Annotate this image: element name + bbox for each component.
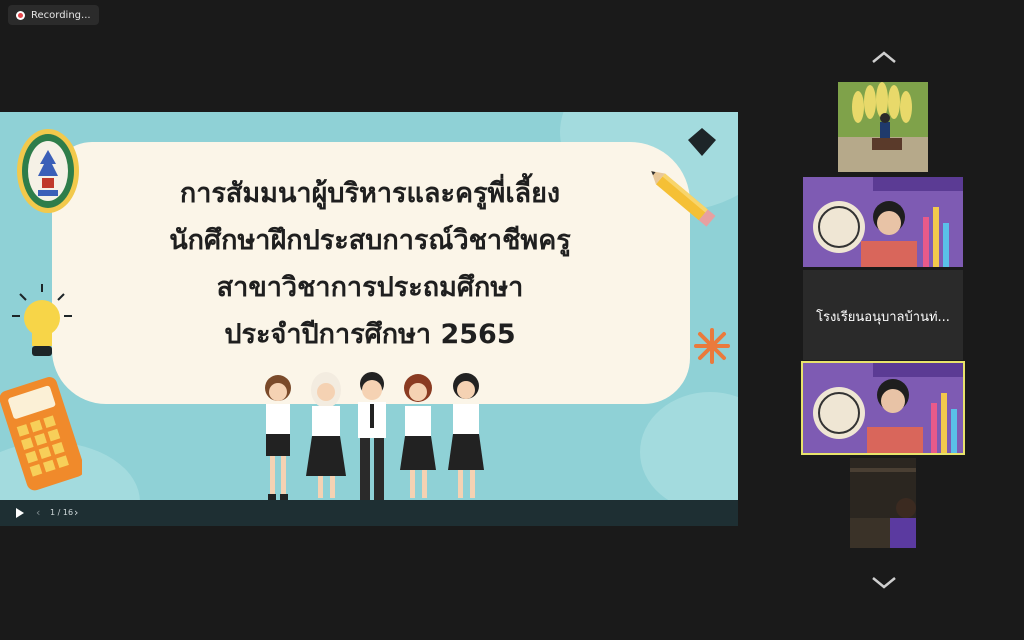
- participant-video: [803, 363, 963, 453]
- play-icon[interactable]: [16, 508, 24, 518]
- next-slide-icon[interactable]: ›: [74, 506, 78, 519]
- page-indicator: 1 / 16: [50, 508, 74, 517]
- students-illustration: [265, 372, 484, 500]
- star-icon: [694, 328, 730, 364]
- participant-video-tile[interactable]: [850, 458, 916, 548]
- chevron-up-icon[interactable]: [870, 50, 898, 66]
- calculator-icon: [0, 377, 82, 491]
- recording-label: Recording...: [31, 9, 91, 21]
- participant-video: [838, 82, 928, 172]
- participant-name: โรงเรียนอนุบาลบ้านท่...: [816, 310, 950, 325]
- bg-blob: [640, 392, 738, 512]
- graduation-cap-icon: [688, 128, 716, 156]
- participant-video-tile-active-speaker[interactable]: [801, 361, 965, 455]
- presentation-controls: ‹ 1 / 16 ›: [0, 500, 738, 526]
- participant-video-tile[interactable]: [803, 177, 963, 267]
- pencil-icon: [651, 171, 716, 227]
- participant-video: [850, 458, 916, 548]
- participant-video: [803, 177, 963, 267]
- slide-title-line-3: สาขาวิชาการประถมศึกษา: [216, 272, 524, 303]
- recording-indicator[interactable]: Recording...: [8, 5, 99, 25]
- slide-title-line-1: การสัมมนาผู้บริหารและครูพี่เลี้ยง: [179, 178, 561, 209]
- record-icon: [16, 10, 25, 20]
- shared-slide: การสัมมนาผู้บริหารและครูพี่เลี้ยง นักศึก…: [0, 112, 738, 526]
- light-bulb-icon: [12, 284, 72, 356]
- previous-slide-icon[interactable]: ‹: [36, 506, 40, 519]
- participant-name-tile[interactable]: โรงเรียนอนุบาลบ้านท่...: [803, 270, 963, 360]
- slide-title: การสัมมนาผู้บริหารและครูพี่เลี้ยง นักศึก…: [60, 170, 680, 358]
- slide-title-line-4: ประจำปีการศึกษา 2565: [224, 319, 516, 350]
- participant-video-tile[interactable]: [838, 82, 928, 172]
- slide-title-line-2: นักศึกษาฝึกประสบการณ์วิชาชีพครู: [169, 225, 571, 256]
- chevron-down-icon[interactable]: [870, 574, 898, 590]
